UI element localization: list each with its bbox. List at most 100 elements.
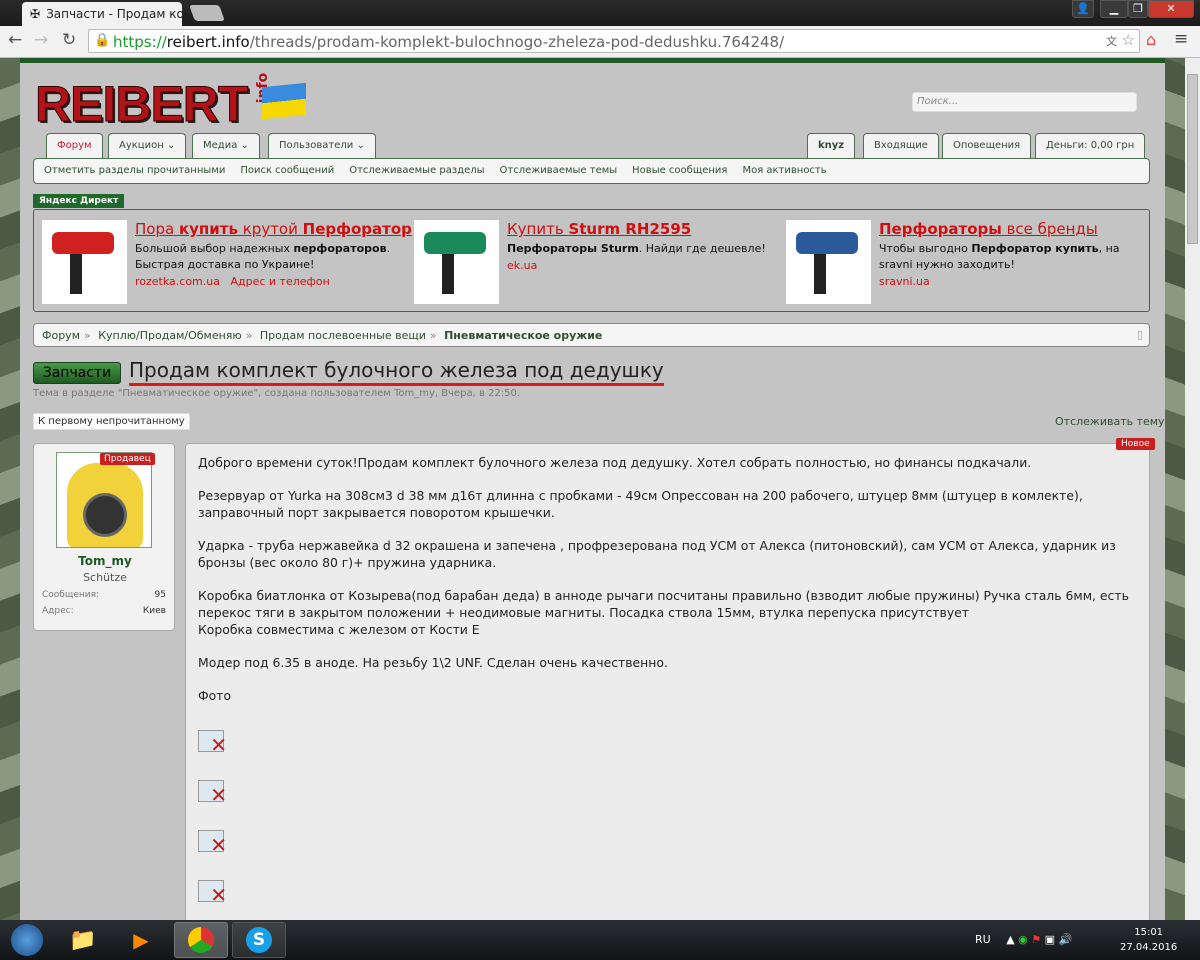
skype-icon[interactable]: S bbox=[232, 922, 286, 958]
ad-description: Перфораторы Sturm. Найди где дешевле! bbox=[507, 242, 766, 255]
clock[interactable]: 15:01 27.04.2016 bbox=[1120, 925, 1177, 955]
post-message: Доброго времени суток!Продам комплект бу… bbox=[185, 443, 1150, 923]
broken-image-icon[interactable]: ✕ bbox=[198, 830, 227, 855]
drill-image bbox=[414, 220, 499, 304]
scrollbar-thumb[interactable] bbox=[1187, 74, 1198, 244]
user-title: Schütze bbox=[83, 571, 127, 584]
back-icon[interactable]: ← bbox=[8, 30, 22, 50]
broken-image-icon[interactable]: ✕ bbox=[198, 880, 227, 905]
ad-item[interactable]: Пора купить крутой Перфоратор Большой вы… bbox=[42, 220, 412, 304]
ad-item[interactable]: Перфораторы все бренды Чтобы выгодно Пер… bbox=[786, 220, 1129, 304]
drill-image bbox=[786, 220, 871, 304]
profile-icon[interactable]: 👤 bbox=[1072, 0, 1094, 18]
action-center-icon[interactable]: ⚑ bbox=[1031, 933, 1041, 946]
taskbar: 📁 ▶ S RU ▲ ◉ ⚑ ▣ 🔊 15:01 27.04.2016 bbox=[0, 920, 1200, 960]
start-button[interactable] bbox=[0, 922, 54, 958]
explorer-icon[interactable]: 📁 bbox=[56, 922, 110, 958]
address-label: Адрес: bbox=[42, 606, 74, 616]
watch-thread-link[interactable]: Отслеживать тему bbox=[1055, 415, 1165, 428]
ukraine-flag-icon bbox=[262, 82, 306, 120]
url-input[interactable]: 🔒 https://reibert.info/threads/prodam-ko… bbox=[88, 29, 1140, 53]
background-camo bbox=[0, 58, 20, 920]
breadcrumb-item[interactable]: Куплю/Продам/Обменяю bbox=[98, 329, 241, 342]
tab-inbox[interactable]: Входящие bbox=[863, 133, 939, 159]
forward-icon[interactable]: → bbox=[34, 30, 48, 50]
breadcrumb-current[interactable]: Пневматическое оружие bbox=[444, 329, 602, 342]
network-icon[interactable]: ▣ bbox=[1045, 933, 1055, 946]
chrome-icon[interactable] bbox=[174, 922, 228, 958]
address-value: Киев bbox=[142, 606, 166, 616]
tray-expand-icon[interactable]: ▲ bbox=[1006, 933, 1014, 946]
tab-money[interactable]: Деньги: 0,00 грн bbox=[1035, 133, 1146, 159]
ad-description: Большой выбор надежных перфораторов. Быс… bbox=[135, 242, 391, 271]
ad-url[interactable]: sravni.ua bbox=[879, 275, 1129, 288]
search-input[interactable]: Поиск... bbox=[912, 92, 1137, 112]
tab-forum[interactable]: Форум bbox=[46, 133, 103, 159]
translate-icon[interactable]: 文 bbox=[1106, 33, 1117, 49]
post-user-info: Продавец Tom_my Schütze Сообщения: 95 Ад… bbox=[33, 443, 175, 631]
subnav-search-posts[interactable]: Поиск сообщений bbox=[240, 165, 334, 177]
restore-button[interactable]: ❐ bbox=[1128, 0, 1148, 18]
ad-title[interactable]: Перфораторы все бренды bbox=[879, 220, 1129, 238]
seller-badge: Продавец bbox=[100, 453, 155, 465]
tab-account[interactable]: knyz bbox=[807, 133, 856, 159]
tab-alerts[interactable]: Оповещения bbox=[942, 133, 1032, 159]
ad-title[interactable]: Пора купить крутой Перфоратор bbox=[135, 220, 412, 238]
subnav-my-activity[interactable]: Моя активность bbox=[742, 165, 826, 177]
tab-auction[interactable]: Аукцион ⌄ bbox=[108, 133, 187, 159]
thread-meta: Тема в разделе "Пневматическое оружие", … bbox=[33, 388, 521, 399]
chevron-down-icon: ⌄ bbox=[240, 140, 249, 151]
page-title: Продам комплект булочного железа под дед… bbox=[129, 358, 664, 386]
ad-item[interactable]: Купить Sturm RH2595 Перфораторы Sturm. Н… bbox=[414, 220, 766, 304]
tray-app-icon[interactable]: ◉ bbox=[1018, 933, 1028, 946]
new-tab-button[interactable] bbox=[189, 5, 225, 21]
ads-label: Яндекс Директ bbox=[33, 194, 125, 208]
media-player-icon[interactable]: ▶ bbox=[114, 922, 168, 958]
breadcrumb-item[interactable]: Продам послевоенные вещи bbox=[260, 329, 426, 342]
post-paragraph: Ударка - труба нержавейка d 32 окрашена … bbox=[198, 538, 1116, 570]
broken-image-icon[interactable]: ✕ bbox=[198, 780, 227, 805]
ad-description: Чтобы выгодно Перфоратор купить, на srav… bbox=[879, 242, 1120, 271]
sub-navigation: Отметить разделы прочитанными Поиск сооб… bbox=[33, 158, 1150, 184]
thread-prefix[interactable]: Запчасти bbox=[33, 362, 121, 384]
minimize-button[interactable]: ▁ bbox=[1100, 0, 1128, 18]
menu-icon[interactable]: ≡ bbox=[1174, 29, 1188, 49]
new-post-badge: Новое bbox=[1116, 438, 1155, 450]
post-paragraph: Коробка биатлонка от Козырева(под бараба… bbox=[198, 588, 1129, 637]
clock-date: 27.04.2016 bbox=[1120, 942, 1178, 953]
ad-url[interactable]: ek.ua bbox=[507, 259, 766, 272]
chevron-down-icon: ⌄ bbox=[166, 140, 176, 151]
chevron-down-icon: ⌄ bbox=[356, 140, 365, 151]
broken-image-icon[interactable]: ✕ bbox=[198, 730, 227, 755]
subnav-watched-forums[interactable]: Отслеживаемые разделы bbox=[349, 165, 484, 177]
clock-time: 15:01 bbox=[1134, 927, 1164, 938]
subnav-new-posts[interactable]: Новые сообщения bbox=[632, 165, 727, 177]
ad-url[interactable]: rozetka.com.ua Адрес и телефон bbox=[135, 275, 412, 288]
username[interactable]: Tom_my bbox=[34, 554, 176, 568]
tab-users[interactable]: Пользователи ⌄ bbox=[268, 133, 376, 159]
reload-icon[interactable]: ↻ bbox=[62, 30, 76, 50]
first-unread-button[interactable]: К первому непрочитанному bbox=[33, 413, 190, 430]
post-paragraph: Модер под 6.35 в аноде. На резьбу 1\2 UN… bbox=[198, 655, 668, 670]
address-toolbar: ← → ↻ 🔒 https://reibert.info/threads/pro… bbox=[0, 26, 1200, 58]
browser-tab[interactable]: ✠Запчасти - Продам компл✕ bbox=[22, 2, 182, 26]
tab-media[interactable]: Медиа ⌄ bbox=[192, 133, 260, 159]
breadcrumb: Форум» Куплю/Продам/Обменяю» Продам посл… bbox=[33, 323, 1150, 347]
ad-title[interactable]: Купить Sturm RH2595 bbox=[507, 220, 766, 238]
system-tray: RU ▲ ◉ ⚑ ▣ 🔊 bbox=[975, 933, 1072, 946]
avatar[interactable] bbox=[56, 452, 152, 548]
volume-icon[interactable]: 🔊 bbox=[1059, 933, 1073, 946]
messages-count: 95 bbox=[154, 590, 166, 600]
close-window-button[interactable]: ✕ bbox=[1148, 0, 1194, 18]
lock-icon: 🔒 bbox=[94, 33, 111, 48]
post-paragraph: Резервуар от Yurka на 308см3 d 38 мм д16… bbox=[198, 488, 1083, 520]
subnav-mark-read[interactable]: Отметить разделы прочитанными bbox=[44, 165, 225, 177]
subnav-watched-threads[interactable]: Отслеживаемые темы bbox=[500, 165, 618, 177]
language-indicator[interactable]: RU bbox=[975, 933, 991, 946]
background-camo bbox=[1165, 58, 1185, 920]
home-icon[interactable]: ⌂ bbox=[1146, 30, 1156, 49]
breadcrumb-item[interactable]: Форум bbox=[42, 329, 80, 342]
site-logo[interactable]: REIBERT bbox=[34, 75, 248, 133]
star-icon[interactable]: ☆ bbox=[1122, 31, 1135, 49]
rss-icon[interactable]: ▯ bbox=[1137, 328, 1143, 341]
